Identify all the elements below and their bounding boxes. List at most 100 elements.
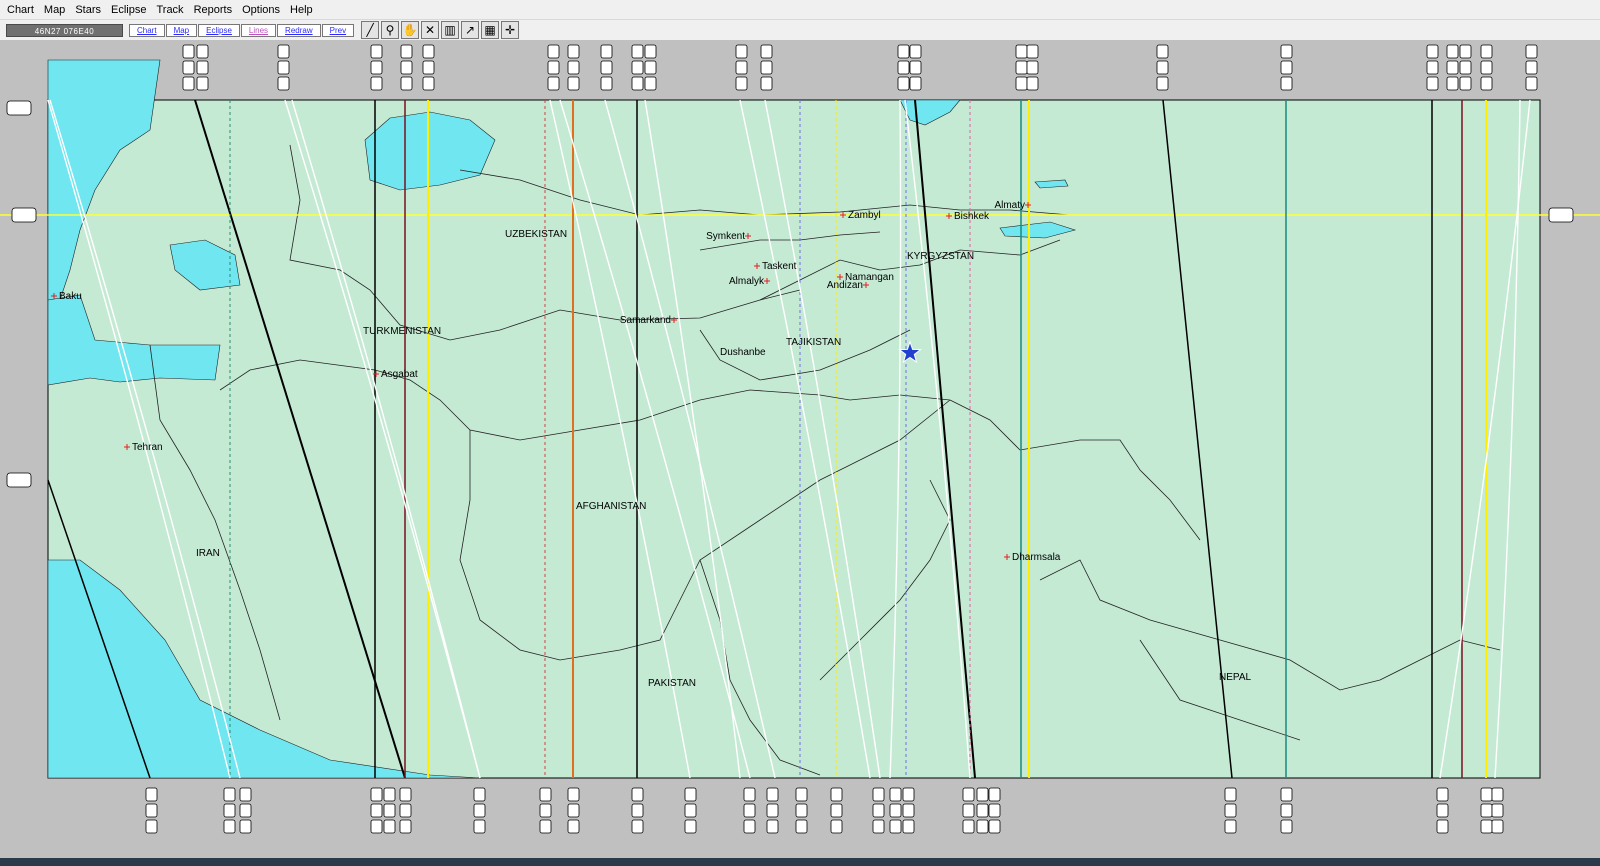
planet-glyph-icon[interactable] [1280, 44, 1293, 59]
planet-glyph-icon[interactable] [1459, 60, 1472, 75]
planet-glyph-icon[interactable] [1525, 60, 1538, 75]
planet-glyph-icon[interactable] [600, 44, 613, 59]
planet-glyph-icon[interactable] [145, 819, 158, 834]
planet-glyph-icon[interactable] [760, 60, 773, 75]
planet-glyph-icon[interactable] [766, 803, 779, 818]
prev-button[interactable]: Prev [321, 23, 355, 37]
map-button[interactable]: Map [165, 23, 198, 37]
planet-glyph-icon[interactable] [631, 803, 644, 818]
planet-glyph-icon[interactable] [735, 60, 748, 75]
planet-glyph-icon[interactable] [889, 787, 902, 802]
planet-glyph-icon[interactable] [909, 76, 922, 91]
menu-chart[interactable]: Chart [2, 0, 39, 20]
cross-icon[interactable]: ✕ [421, 21, 440, 39]
planet-glyph-icon[interactable] [1480, 819, 1493, 834]
planet-glyph-icon[interactable] [567, 819, 580, 834]
planet-glyph-icon[interactable] [370, 76, 383, 91]
planet-glyph-icon[interactable] [1480, 44, 1493, 59]
planet-glyph-icon[interactable] [962, 803, 975, 818]
planet-glyph-icon[interactable] [735, 76, 748, 91]
planet-glyph-icon[interactable] [370, 60, 383, 75]
planet-glyph-icon[interactable] [567, 60, 580, 75]
hand-icon[interactable]: ✋ [401, 21, 420, 39]
planet-glyph-icon[interactable] [1446, 44, 1459, 59]
planet-glyph-icon[interactable] [830, 803, 843, 818]
planet-glyph-icon[interactable] [902, 819, 915, 834]
side-glyph-icon[interactable] [11, 207, 37, 223]
planet-glyph-icon[interactable] [743, 803, 756, 818]
menu-map[interactable]: Map [39, 0, 70, 20]
planet-glyph-icon[interactable] [909, 44, 922, 59]
planet-glyph-icon[interactable] [1459, 44, 1472, 59]
planet-glyph-icon[interactable] [1156, 60, 1169, 75]
planet-glyph-icon[interactable] [743, 819, 756, 834]
planet-glyph-icon[interactable] [223, 787, 236, 802]
planet-glyph-icon[interactable] [1224, 819, 1237, 834]
planet-glyph-icon[interactable] [1156, 76, 1169, 91]
planet-glyph-icon[interactable] [1280, 60, 1293, 75]
planet-glyph-icon[interactable] [902, 803, 915, 818]
planet-glyph-icon[interactable] [897, 76, 910, 91]
planet-glyph-icon[interactable] [223, 803, 236, 818]
astro-map[interactable]: UZBEKISTAN KYRGYZSTAN TURKMENISTAN TAJIKIST… [0, 40, 1600, 866]
planet-glyph-icon[interactable] [1426, 44, 1439, 59]
planet-glyph-icon[interactable] [830, 787, 843, 802]
planet-glyph-icon[interactable] [1491, 803, 1504, 818]
menu-reports[interactable]: Reports [189, 0, 238, 20]
planet-glyph-icon[interactable] [196, 76, 209, 91]
planet-glyph-icon[interactable] [962, 819, 975, 834]
planet-glyph-icon[interactable] [795, 803, 808, 818]
planet-glyph-icon[interactable] [539, 819, 552, 834]
planet-glyph-icon[interactable] [1480, 76, 1493, 91]
eclipse-button[interactable]: Eclipse [198, 23, 240, 37]
planet-glyph-icon[interactable] [567, 76, 580, 91]
planet-glyph-icon[interactable] [795, 819, 808, 834]
side-glyph-icon[interactable] [6, 100, 32, 116]
planet-glyph-icon[interactable] [539, 803, 552, 818]
planet-glyph-icon[interactable] [1426, 60, 1439, 75]
planet-glyph-icon[interactable] [370, 787, 383, 802]
planet-glyph-icon[interactable] [795, 787, 808, 802]
planet-glyph-icon[interactable] [902, 787, 915, 802]
planet-glyph-icon[interactable] [223, 819, 236, 834]
planet-glyph-icon[interactable] [1280, 819, 1293, 834]
planet-glyph-icon[interactable] [399, 819, 412, 834]
planet-glyph-icon[interactable] [1459, 76, 1472, 91]
planet-glyph-icon[interactable] [631, 60, 644, 75]
menu-eclipse[interactable]: Eclipse [106, 0, 151, 20]
planet-glyph-icon[interactable] [473, 803, 486, 818]
planet-glyph-icon[interactable] [1446, 76, 1459, 91]
menu-help[interactable]: Help [285, 0, 318, 20]
column-icon[interactable]: ▥ [441, 21, 460, 39]
planet-glyph-icon[interactable] [1436, 819, 1449, 834]
planet-glyph-icon[interactable] [400, 76, 413, 91]
planet-glyph-icon[interactable] [1491, 819, 1504, 834]
planet-glyph-icon[interactable] [277, 76, 290, 91]
planet-glyph-icon[interactable] [1015, 76, 1028, 91]
lines-button[interactable]: Lines [240, 23, 277, 37]
planet-glyph-icon[interactable] [370, 803, 383, 818]
planet-glyph-icon[interactable] [631, 76, 644, 91]
planet-glyph-icon[interactable] [1491, 787, 1504, 802]
planet-glyph-icon[interactable] [766, 787, 779, 802]
planet-glyph-icon[interactable] [684, 803, 697, 818]
planet-glyph-icon[interactable] [743, 787, 756, 802]
planet-glyph-icon[interactable] [1280, 76, 1293, 91]
planet-glyph-icon[interactable] [422, 60, 435, 75]
planet-glyph-icon[interactable] [735, 44, 748, 59]
planet-glyph-icon[interactable] [182, 60, 195, 75]
side-glyph-icon[interactable] [6, 472, 32, 488]
side-glyph-icon[interactable] [1548, 207, 1574, 223]
planet-glyph-icon[interactable] [1525, 76, 1538, 91]
planet-glyph-icon[interactable] [277, 60, 290, 75]
planet-glyph-icon[interactable] [976, 803, 989, 818]
planet-glyph-icon[interactable] [600, 76, 613, 91]
chart-button[interactable]: Chart [129, 23, 165, 37]
planet-glyph-icon[interactable] [889, 819, 902, 834]
planet-glyph-icon[interactable] [631, 819, 644, 834]
planet-glyph-icon[interactable] [567, 787, 580, 802]
planet-glyph-icon[interactable] [1015, 60, 1028, 75]
planet-glyph-icon[interactable] [567, 803, 580, 818]
menu-options[interactable]: Options [237, 0, 285, 20]
planet-glyph-icon[interactable] [1026, 60, 1039, 75]
